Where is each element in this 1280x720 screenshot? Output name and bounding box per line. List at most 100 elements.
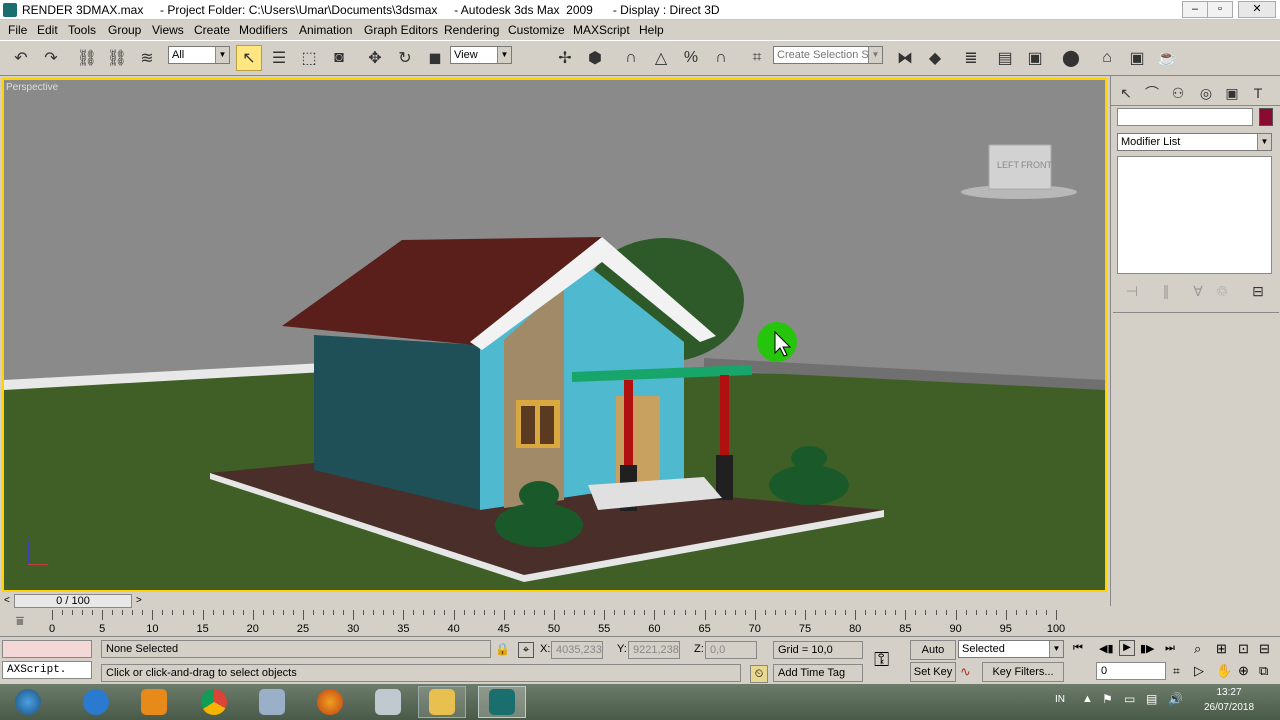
go-to-start-icon[interactable]: ⏮	[1073, 642, 1083, 655]
previous-frame-icon[interactable]: ◀▮	[1099, 642, 1114, 655]
close-button[interactable]: ✕	[1238, 1, 1276, 18]
select-by-name-icon[interactable]: ☰	[266, 45, 292, 71]
snaps-toggle-icon[interactable]: ∩	[618, 45, 644, 71]
default-tangents-icon[interactable]: ∿	[960, 664, 971, 680]
window-crossing-icon[interactable]: ◙	[326, 45, 352, 71]
spinner-snap-icon[interactable]: ∩	[708, 45, 734, 71]
motion-tab-icon[interactable]: ◎	[1195, 82, 1217, 104]
taskbar-firefox[interactable]	[306, 686, 354, 718]
current-frame-field[interactable]: 0	[1096, 662, 1166, 680]
select-object-icon[interactable]: ↖	[236, 45, 262, 71]
select-and-link-icon[interactable]: ⛓	[74, 45, 100, 71]
angle-snap-icon[interactable]: △	[648, 45, 674, 71]
menu-create[interactable]: Create	[194, 23, 230, 37]
curve-editor-icon[interactable]: ▤	[992, 45, 1018, 71]
reference-coordinate-dropdown[interactable]: View ▼	[450, 46, 512, 64]
next-frame-icon[interactable]: ▮▶	[1140, 642, 1155, 655]
start-button[interactable]	[4, 686, 52, 718]
menu-modifiers[interactable]: Modifiers	[239, 23, 288, 37]
play-icon[interactable]: ▶	[1119, 640, 1135, 656]
pan-view-icon[interactable]: ✋	[1216, 663, 1232, 679]
clock-date[interactable]: 26/07/2018	[1198, 702, 1260, 713]
manipulate-icon[interactable]: ⬢	[582, 45, 608, 71]
set-key-button[interactable]: Set Key	[910, 662, 956, 682]
edit-named-selection-icon[interactable]: ⌗	[744, 45, 770, 71]
quick-render-icon[interactable]: ☕	[1154, 45, 1180, 71]
maximize-button[interactable]: ▫	[1207, 1, 1233, 18]
remove-modifier-icon[interactable]: ♲	[1211, 280, 1233, 302]
menu-views[interactable]: Views	[152, 23, 184, 37]
maximize-viewport-icon[interactable]: ⧉	[1259, 663, 1268, 679]
modify-tab-icon[interactable]: ⌒	[1141, 82, 1163, 104]
pin-stack-icon[interactable]: ⊣	[1121, 280, 1143, 302]
zoom-icon[interactable]: ⌕	[1194, 641, 1201, 657]
taskbar-chrome[interactable]	[190, 686, 238, 718]
absolute-mode-transform-icon[interactable]: ⌖	[518, 642, 534, 658]
schematic-view-icon[interactable]: ▣	[1022, 45, 1048, 71]
undo-icon[interactable]: ↶	[8, 45, 34, 71]
hierarchy-tab-icon[interactable]: ⚇	[1167, 82, 1189, 104]
time-configuration-icon[interactable]: ⌗	[1173, 664, 1180, 679]
menu-rendering[interactable]: Rendering	[444, 23, 499, 37]
viewport-label[interactable]: Perspective	[6, 82, 58, 93]
select-and-move-icon[interactable]: ✥	[362, 45, 388, 71]
rectangular-selection-icon[interactable]: ⬚	[296, 45, 322, 71]
taskbar-file-explorer[interactable]	[418, 686, 466, 718]
menu-help[interactable]: Help	[639, 23, 664, 37]
unlink-selection-icon[interactable]: ⛓	[104, 45, 130, 71]
orbit-icon[interactable]: ⊕	[1238, 663, 1249, 679]
pivot-center-icon[interactable]: ✢	[552, 45, 578, 71]
battery-icon[interactable]: ▭	[1124, 692, 1135, 706]
make-unique-icon[interactable]: ∀	[1187, 280, 1209, 302]
object-color-swatch[interactable]	[1259, 108, 1273, 126]
menu-group[interactable]: Group	[108, 23, 141, 37]
lock-selection-icon[interactable]: 🔒	[495, 642, 510, 656]
field-of-view-icon[interactable]: ▷	[1194, 663, 1204, 679]
modifier-list-dropdown[interactable]: Modifier List ▼	[1117, 133, 1272, 151]
taskbar-media-player[interactable]	[130, 686, 178, 718]
time-tag-icon[interactable]: ⏲	[750, 665, 768, 683]
taskbar-calculator[interactable]	[364, 686, 412, 718]
menu-edit[interactable]: Edit	[37, 23, 58, 37]
clock-time[interactable]: 13:27	[1206, 687, 1252, 698]
menu-tools[interactable]: Tools	[68, 23, 96, 37]
open-mini-curve-editor-icon[interactable]: ⩸	[8, 610, 32, 632]
add-time-tag-button[interactable]: Add Time Tag	[773, 664, 863, 682]
object-name-field[interactable]	[1117, 108, 1253, 126]
viewcube-left-label[interactable]: LEFT	[997, 160, 1019, 170]
time-slider-prev-icon[interactable]: <	[4, 595, 10, 606]
maxscript-listener-mini[interactable]	[2, 640, 92, 658]
create-tab-icon[interactable]: ↖	[1115, 82, 1137, 104]
menu-customize[interactable]: Customize	[508, 23, 565, 37]
menu-file[interactable]: File	[8, 23, 27, 37]
z-coordinate-field[interactable]: 0,0	[705, 641, 757, 659]
viewcube-front-label[interactable]: FRONT	[1021, 160, 1052, 170]
display-tab-icon[interactable]: ▣	[1221, 82, 1243, 104]
material-editor-icon[interactable]: ⬤	[1058, 45, 1084, 71]
taskbar-3ds-max[interactable]	[478, 686, 526, 718]
menu-maxscript[interactable]: MAXScript	[573, 23, 630, 37]
minimize-button[interactable]: –	[1182, 1, 1208, 18]
taskbar-on-screen-keyboard[interactable]	[248, 686, 296, 718]
time-slider-next-icon[interactable]: >	[136, 595, 142, 606]
menu-animation[interactable]: Animation	[299, 23, 352, 37]
network-icon[interactable]: ▤	[1146, 692, 1157, 706]
mirror-icon[interactable]: ⧓	[892, 45, 918, 71]
key-filters-button[interactable]: Key Filters...	[982, 662, 1064, 682]
flag-icon[interactable]: ⚑	[1102, 692, 1113, 706]
volume-icon[interactable]: 🔊	[1168, 692, 1183, 706]
time-slider-thumb[interactable]: 0 / 100	[14, 594, 132, 608]
language-indicator[interactable]: IN	[1055, 694, 1065, 705]
taskbar-internet-explorer[interactable]	[72, 686, 120, 718]
set-key-icon[interactable]: ⚿	[874, 649, 889, 672]
zoom-all-icon[interactable]: ⊞	[1216, 641, 1227, 657]
configure-modifier-sets-icon[interactable]: ⊟	[1247, 280, 1269, 302]
go-to-end-icon[interactable]: ⏭	[1165, 642, 1175, 655]
percent-snap-icon[interactable]: %	[678, 45, 704, 71]
key-mode-dropdown[interactable]: Selected ▼	[958, 640, 1064, 658]
show-hidden-icons-icon[interactable]: ▲	[1082, 693, 1093, 705]
modifier-stack-list[interactable]	[1117, 156, 1272, 274]
bind-to-space-warp-icon[interactable]: ≋	[134, 45, 160, 71]
perspective-viewport[interactable]: LEFT FRONT z	[2, 78, 1107, 592]
align-icon[interactable]: ◆	[922, 45, 948, 71]
